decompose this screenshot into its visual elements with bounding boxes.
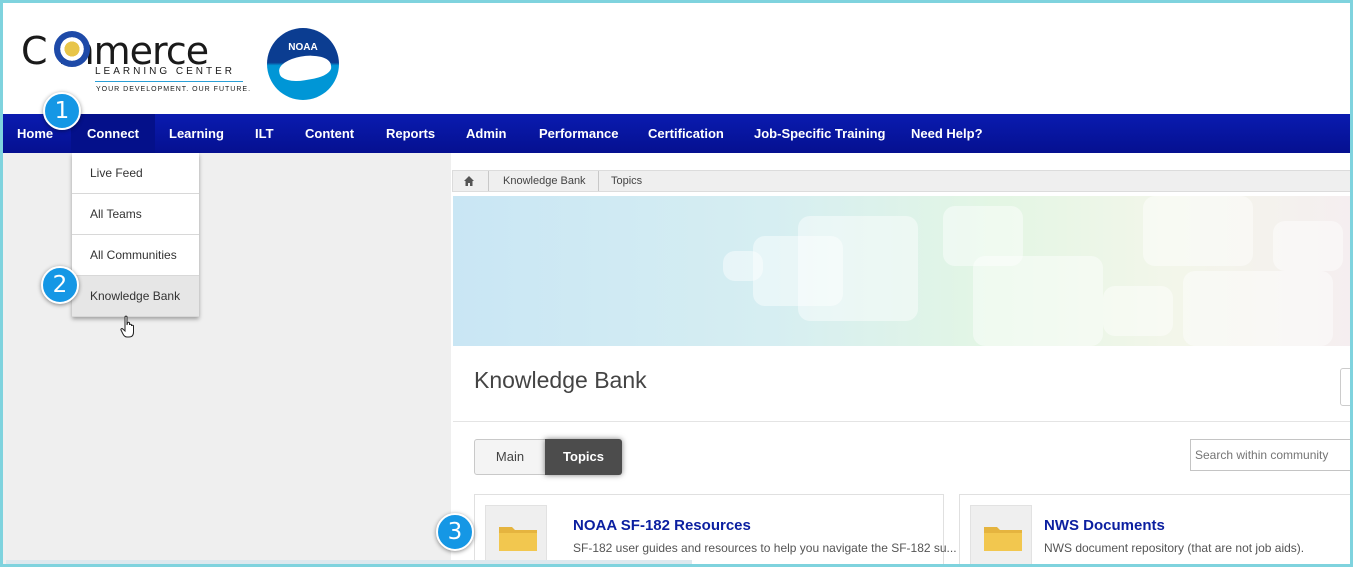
breadcrumb-separator xyxy=(479,171,489,191)
logo-divider xyxy=(95,81,243,82)
banner-bubble xyxy=(723,251,763,281)
nav-learning[interactable]: Learning xyxy=(169,114,224,153)
menu-item-all-communities[interactable]: All Communities xyxy=(72,235,199,276)
community-banner xyxy=(453,196,1350,346)
topic-card-description: NWS document repository (that are not jo… xyxy=(1044,541,1305,555)
nav-ilt[interactable]: ILT xyxy=(255,114,274,153)
step-callout-3: 3 xyxy=(436,513,474,551)
banner-bubble xyxy=(1183,271,1333,346)
nav-need-help[interactable]: Need Help? xyxy=(911,114,983,153)
nav-job-specific-training[interactable]: Job-Specific Training xyxy=(754,114,885,153)
noaa-logo: NOAA xyxy=(267,28,339,100)
step-callout-1: 1 xyxy=(43,92,81,130)
community-search-input[interactable] xyxy=(1190,439,1350,471)
tab-topics[interactable]: Topics xyxy=(545,439,622,475)
nav-certification[interactable]: Certification xyxy=(648,114,724,153)
commerce-seal-icon xyxy=(54,31,90,67)
horizontal-scrollbar[interactable] xyxy=(6,560,692,564)
title-divider xyxy=(453,421,1350,422)
screenshot-frame: C mmerce LEARNING CENTER YOUR DEVELOPMEN… xyxy=(0,0,1353,567)
folder-icon xyxy=(499,527,537,551)
noaa-bird-icon xyxy=(277,51,333,85)
site-header: C mmerce LEARNING CENTER YOUR DEVELOPMEN… xyxy=(3,3,1350,114)
folder-icon xyxy=(984,527,1022,551)
topic-card[interactable]: NWS Documents NWS document repository (t… xyxy=(959,494,1350,564)
banner-bubble xyxy=(798,216,918,321)
home-icon[interactable] xyxy=(463,175,475,187)
community-action-button[interactable] xyxy=(1340,368,1350,406)
topic-card[interactable]: NOAA SF-182 Resources SF-182 user guides… xyxy=(474,494,957,564)
banner-bubble xyxy=(1103,286,1173,336)
nav-connect[interactable]: Connect xyxy=(71,114,155,153)
nav-admin[interactable]: Admin xyxy=(466,114,506,153)
banner-bubble xyxy=(1273,221,1343,271)
topic-card-description: SF-182 user guides and resources to help… xyxy=(573,541,957,555)
logo-wordmark: C mmerce xyxy=(21,29,209,73)
page-title: Knowledge Bank xyxy=(474,367,647,393)
nav-reports[interactable]: Reports xyxy=(386,114,435,153)
logo-subtitle: LEARNING CENTER xyxy=(95,66,236,77)
menu-item-live-feed[interactable]: Live Feed xyxy=(72,153,199,194)
menu-item-knowledge-bank[interactable]: Knowledge Bank xyxy=(72,276,199,317)
nav-content[interactable]: Content xyxy=(305,114,354,153)
tab-main[interactable]: Main xyxy=(474,439,546,475)
topic-card-title[interactable]: NOAA SF-182 Resources xyxy=(573,517,751,534)
banner-bubble xyxy=(1143,196,1253,266)
breadcrumb-separator xyxy=(589,171,599,191)
breadcrumb-knowledge-bank[interactable]: Knowledge Bank xyxy=(503,175,586,187)
connect-dropdown-menu: Live Feed All Teams All Communities Know… xyxy=(72,153,199,317)
topic-card-title[interactable]: NWS Documents xyxy=(1044,517,1165,534)
main-nav: Home Connect Learning ILT Content Report… xyxy=(3,114,1350,153)
folder-thumbnail xyxy=(485,505,547,564)
banner-bubble xyxy=(973,256,1103,346)
menu-item-all-teams[interactable]: All Teams xyxy=(72,194,199,235)
breadcrumb-topics: Topics xyxy=(611,175,643,187)
nav-performance[interactable]: Performance xyxy=(539,114,618,153)
breadcrumb: Knowledge Bank Topics xyxy=(452,170,1350,192)
logo-tagline: YOUR DEVELOPMENT. OUR FUTURE. xyxy=(96,86,252,93)
hand-cursor-icon xyxy=(120,315,134,338)
step-callout-2: 2 xyxy=(41,266,79,304)
noaa-logo-text: NOAA xyxy=(288,42,318,53)
folder-thumbnail xyxy=(970,505,1032,564)
